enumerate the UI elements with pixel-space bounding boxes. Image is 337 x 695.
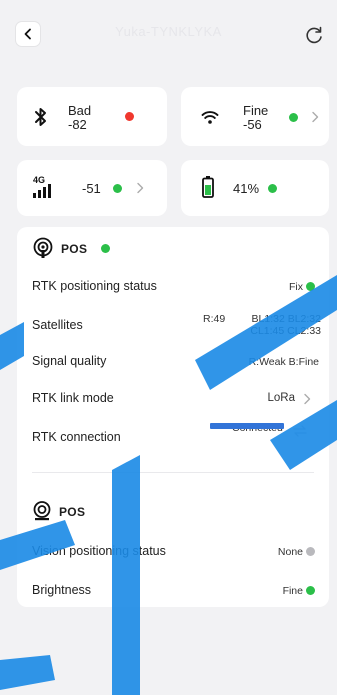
bluetooth-status-dot	[125, 112, 134, 121]
positioning-panel: POS RTK positioning status Fix Satellite…	[17, 227, 329, 607]
swap-icon[interactable]	[293, 425, 307, 437]
battery-status-dot	[268, 184, 277, 193]
brightness-label: Brightness	[32, 583, 92, 597]
section-divider	[32, 472, 314, 473]
chevron-right-icon	[312, 111, 319, 123]
rtk-link-mode-label: RTK link mode	[32, 391, 114, 405]
battery-value: 41%	[233, 181, 260, 196]
bluetooth-value: -82	[68, 117, 87, 132]
signal-quality-label: Signal quality	[32, 354, 107, 368]
refresh-button[interactable]	[303, 24, 325, 46]
wifi-card[interactable]: Fine -56	[181, 87, 329, 146]
vision-positioning-status-label: Vision positioning status	[32, 544, 166, 558]
vision-camera-icon	[33, 501, 51, 521]
rtk-positioning-status-label: RTK positioning status	[32, 279, 157, 293]
rtk-positioning-status-dot	[306, 282, 315, 291]
satellites-r-value: R:49	[203, 313, 226, 325]
top-bar: Yuka-TYNKLYKA	[0, 0, 337, 60]
rtk-link-mode-row[interactable]: RTK link mode LoRa	[17, 385, 329, 413]
rtk-section-title: POS	[61, 242, 88, 256]
wifi-state: Fine	[243, 103, 269, 118]
rtk-antenna-icon	[33, 237, 53, 258]
chevron-right-icon	[137, 182, 144, 194]
refresh-icon	[306, 26, 322, 44]
brightness-value: Fine	[282, 585, 303, 597]
battery-icon	[202, 176, 214, 198]
cellular-card[interactable]: 4G -51	[17, 160, 167, 216]
cellular-status-dot	[113, 184, 122, 193]
wifi-icon	[201, 111, 219, 124]
rtk-connection-label: RTK connection	[32, 430, 121, 444]
rtk-connection-bar	[210, 423, 284, 429]
cellular-value: -51	[82, 181, 101, 196]
brightness-status-dot	[306, 586, 315, 595]
satellites-bl-value: BL1:32 BL2:32	[251, 313, 321, 325]
chevron-right-icon	[304, 393, 311, 405]
bluetooth-state: Bad	[68, 103, 92, 118]
bluetooth-card: Bad -82	[17, 87, 167, 146]
signal-quality-value: R:Weak B:Fine	[248, 356, 319, 368]
battery-card: 41%	[181, 160, 329, 216]
wifi-value: -56	[243, 117, 262, 132]
vision-positioning-status-value: None	[277, 546, 303, 558]
vision-positioning-status-dot	[306, 547, 315, 556]
cellular-signal-icon: 4G	[33, 175, 59, 199]
device-name: Yuka-TYNKLYKA	[115, 24, 222, 39]
bluetooth-icon	[35, 108, 46, 126]
rtk-section-status-dot	[101, 244, 110, 253]
wifi-status-dot	[289, 113, 298, 122]
satellites-cl-value: CL1:45 CL2:33	[250, 325, 321, 337]
rtk-positioning-status-value: Fix	[289, 281, 303, 293]
satellites-label: Satellites	[32, 318, 83, 332]
signal-bars-icon	[33, 184, 51, 198]
vision-section-title: POS	[59, 505, 86, 519]
rtk-link-mode-value: LoRa	[267, 392, 296, 404]
